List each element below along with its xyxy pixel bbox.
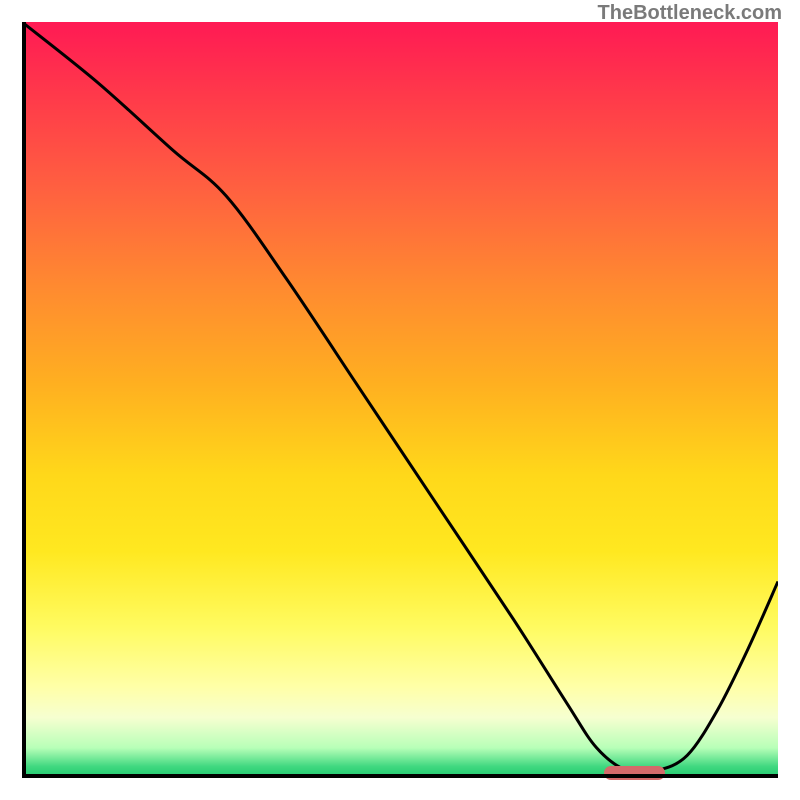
plot-area <box>22 22 778 778</box>
bottleneck-curve <box>22 22 778 778</box>
chart-container: TheBottleneck.com <box>0 0 800 800</box>
optimal-range-marker <box>604 766 664 780</box>
